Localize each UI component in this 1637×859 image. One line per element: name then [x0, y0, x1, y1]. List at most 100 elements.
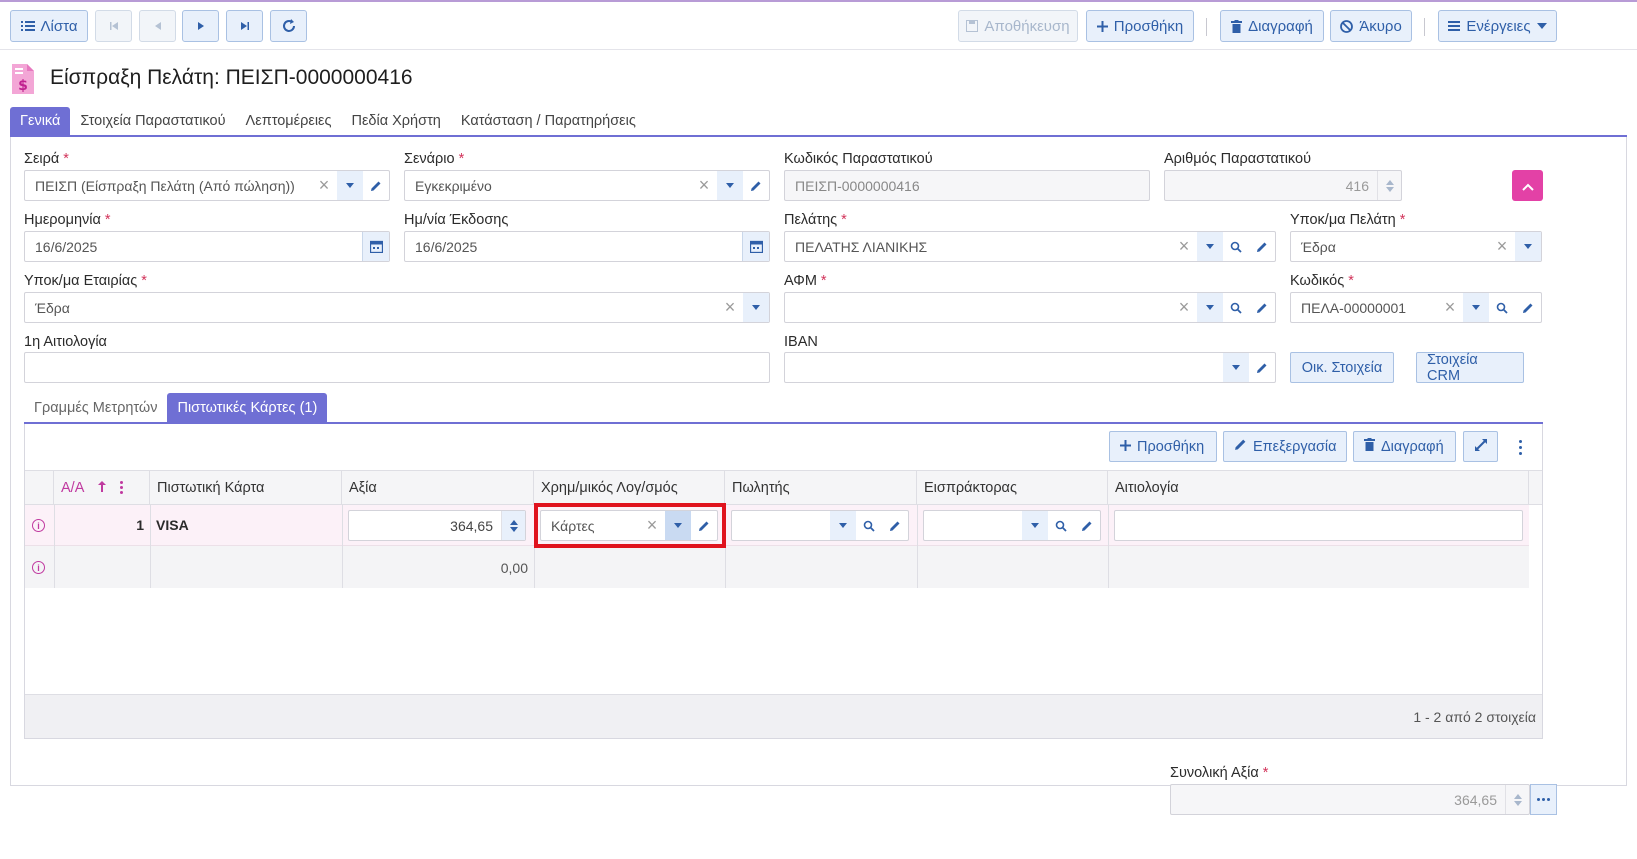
total-spinner[interactable] — [1505, 785, 1529, 814]
refresh-button[interactable] — [270, 10, 307, 42]
search-icon[interactable] — [856, 511, 882, 540]
dropdown-icon[interactable] — [1463, 293, 1489, 322]
dropdown-icon[interactable] — [1022, 511, 1048, 540]
pencil-icon[interactable] — [1074, 511, 1100, 540]
code-value: ΠΕΛΑ-00000001 — [1301, 299, 1407, 316]
doc-number-value: 416 — [1345, 177, 1369, 194]
pencil-icon[interactable] — [1249, 293, 1275, 322]
actions-button[interactable]: Ενέργειες — [1438, 10, 1557, 42]
search-icon[interactable] — [1489, 293, 1515, 322]
plus-icon — [1096, 20, 1108, 32]
tab-status-notes[interactable]: Κατάσταση / Παρατηρήσεις — [451, 107, 646, 135]
reason-input[interactable] — [24, 352, 770, 383]
trash-icon — [1231, 19, 1243, 33]
company-branch-field[interactable]: Έδρα × — [24, 292, 770, 323]
header-collector[interactable]: Εισπράκτορας — [917, 471, 1108, 504]
customer-branch-field[interactable]: Έδρα × — [1290, 231, 1542, 262]
dropdown-icon[interactable] — [337, 171, 363, 200]
value-spinner[interactable] — [501, 511, 525, 540]
sort-up-icon[interactable] — [98, 480, 107, 496]
dropdown-icon[interactable] — [830, 511, 856, 540]
series-field[interactable]: ΠΕΙΣΠ (Είσπραξη Πελάτη (Από πώληση)) × — [24, 170, 390, 201]
spin-up-icon — [1385, 179, 1394, 185]
header-seller[interactable]: Πωλητής — [725, 471, 917, 504]
collapse-button[interactable] — [1512, 170, 1543, 201]
tab-details[interactable]: Λεπτομέρειες — [236, 107, 342, 135]
tab-credit-cards[interactable]: Πιστωτικές Κάρτες (1) — [167, 393, 328, 423]
delete-button[interactable]: Διαγραφή — [1220, 10, 1324, 42]
date-field[interactable]: 16/6/2025 — [24, 231, 390, 262]
column-menu-icon[interactable] — [120, 481, 124, 494]
next-record-button[interactable] — [182, 10, 219, 42]
add-button[interactable]: Προσθήκη — [1086, 10, 1194, 42]
issue-date-field[interactable]: 16/6/2025 — [404, 231, 770, 262]
grid-add-button[interactable]: Προσθήκη — [1109, 431, 1217, 462]
main-tabs: Γενικά Στοιχεία Παραστατικού Λεπτομέρειε… — [10, 107, 646, 135]
clear-icon[interactable]: × — [311, 171, 337, 200]
scenario-field[interactable]: Εγκεκριμένο × — [404, 170, 770, 201]
dropdown-icon[interactable] — [717, 171, 743, 200]
tab-cash-lines[interactable]: Γραμμές Μετρητών — [24, 393, 167, 423]
calendar-icon[interactable] — [362, 232, 389, 261]
grid-delete-button[interactable]: Διαγραφή — [1353, 431, 1456, 462]
tab-user-fields[interactable]: Πεδία Χρήστη — [342, 107, 451, 135]
header-card[interactable]: Πιστωτική Κάρτα — [150, 471, 342, 504]
clear-icon[interactable]: × — [717, 293, 743, 322]
pencil-icon[interactable] — [882, 511, 908, 540]
doc-number-label: Αριθμός Παραστατικού — [1164, 151, 1311, 167]
doc-code-value: ΠΕΙΣΠ-0000000416 — [795, 177, 920, 194]
search-icon[interactable] — [1223, 232, 1249, 261]
list-icon — [20, 20, 35, 32]
dropdown-icon[interactable] — [743, 293, 769, 322]
clear-icon[interactable]: × — [1171, 293, 1197, 322]
pencil-icon[interactable] — [743, 171, 769, 200]
cancel-button-label: Άκυρο — [1359, 17, 1402, 35]
search-icon[interactable] — [1223, 293, 1249, 322]
cancel-button[interactable]: Άκυρο — [1330, 10, 1412, 42]
row-value-input[interactable]: 364,65 — [348, 510, 526, 541]
dropdown-icon[interactable] — [1197, 293, 1223, 322]
list-button[interactable]: Λίστα — [10, 10, 88, 42]
first-record-button[interactable] — [95, 10, 132, 42]
code-field[interactable]: ΠΕΛΑ-00000001 × — [1290, 292, 1542, 323]
iban-field[interactable] — [784, 352, 1276, 383]
financial-details-button[interactable]: Οικ. Στοιχεία — [1290, 352, 1394, 383]
pencil-icon[interactable] — [363, 171, 389, 200]
tab-document-details[interactable]: Στοιχεία Παραστατικού — [70, 107, 235, 135]
row-seller-field[interactable] — [731, 510, 909, 541]
clear-icon[interactable]: × — [691, 171, 717, 200]
clear-icon[interactable]: × — [1437, 293, 1463, 322]
header-account[interactable]: Χρημ/μικός Λογ/σμός — [534, 471, 725, 504]
last-record-button[interactable] — [226, 10, 263, 42]
tab-general[interactable]: Γενικά — [10, 107, 71, 135]
header-aa[interactable]: Α/Α — [54, 471, 150, 504]
clear-icon[interactable]: × — [1489, 232, 1515, 261]
header-value[interactable]: Αξία — [342, 471, 534, 504]
header-reason[interactable]: Αιτιολογία — [1108, 471, 1529, 504]
grid-edit-button[interactable]: Επεξεργασία — [1223, 431, 1347, 462]
info-icon[interactable]: i — [32, 561, 45, 574]
search-icon[interactable] — [1048, 511, 1074, 540]
pencil-icon[interactable] — [1515, 293, 1541, 322]
row-collector-field[interactable] — [923, 510, 1101, 541]
column-divider — [342, 505, 343, 588]
dropdown-icon[interactable] — [1223, 353, 1249, 382]
grid-more-icon[interactable] — [1512, 437, 1528, 457]
vat-field[interactable]: × — [784, 292, 1276, 323]
customer-field[interactable]: ΠΕΛΑΤΗΣ ΛΙΑΝΙΚΗΣ × — [784, 231, 1276, 262]
clear-icon[interactable]: × — [1171, 232, 1197, 261]
crm-details-button[interactable]: Στοιχεία CRM — [1416, 352, 1524, 384]
dropdown-icon[interactable] — [1515, 232, 1541, 261]
total-more-button[interactable] — [1530, 784, 1557, 815]
expand-button[interactable] — [1463, 431, 1498, 462]
dropdown-icon[interactable] — [1197, 232, 1223, 261]
info-icon[interactable]: i — [32, 519, 45, 532]
calendar-icon[interactable] — [742, 232, 769, 261]
save-button[interactable]: Αποθήκευση — [958, 10, 1078, 42]
grid-edit-label: Επεξεργασία — [1253, 438, 1337, 455]
row-reason-input[interactable] — [1114, 510, 1523, 541]
previous-record-button[interactable] — [139, 10, 176, 42]
pencil-icon[interactable] — [1249, 353, 1275, 382]
number-spinner[interactable] — [1377, 171, 1401, 200]
pencil-icon[interactable] — [1249, 232, 1275, 261]
